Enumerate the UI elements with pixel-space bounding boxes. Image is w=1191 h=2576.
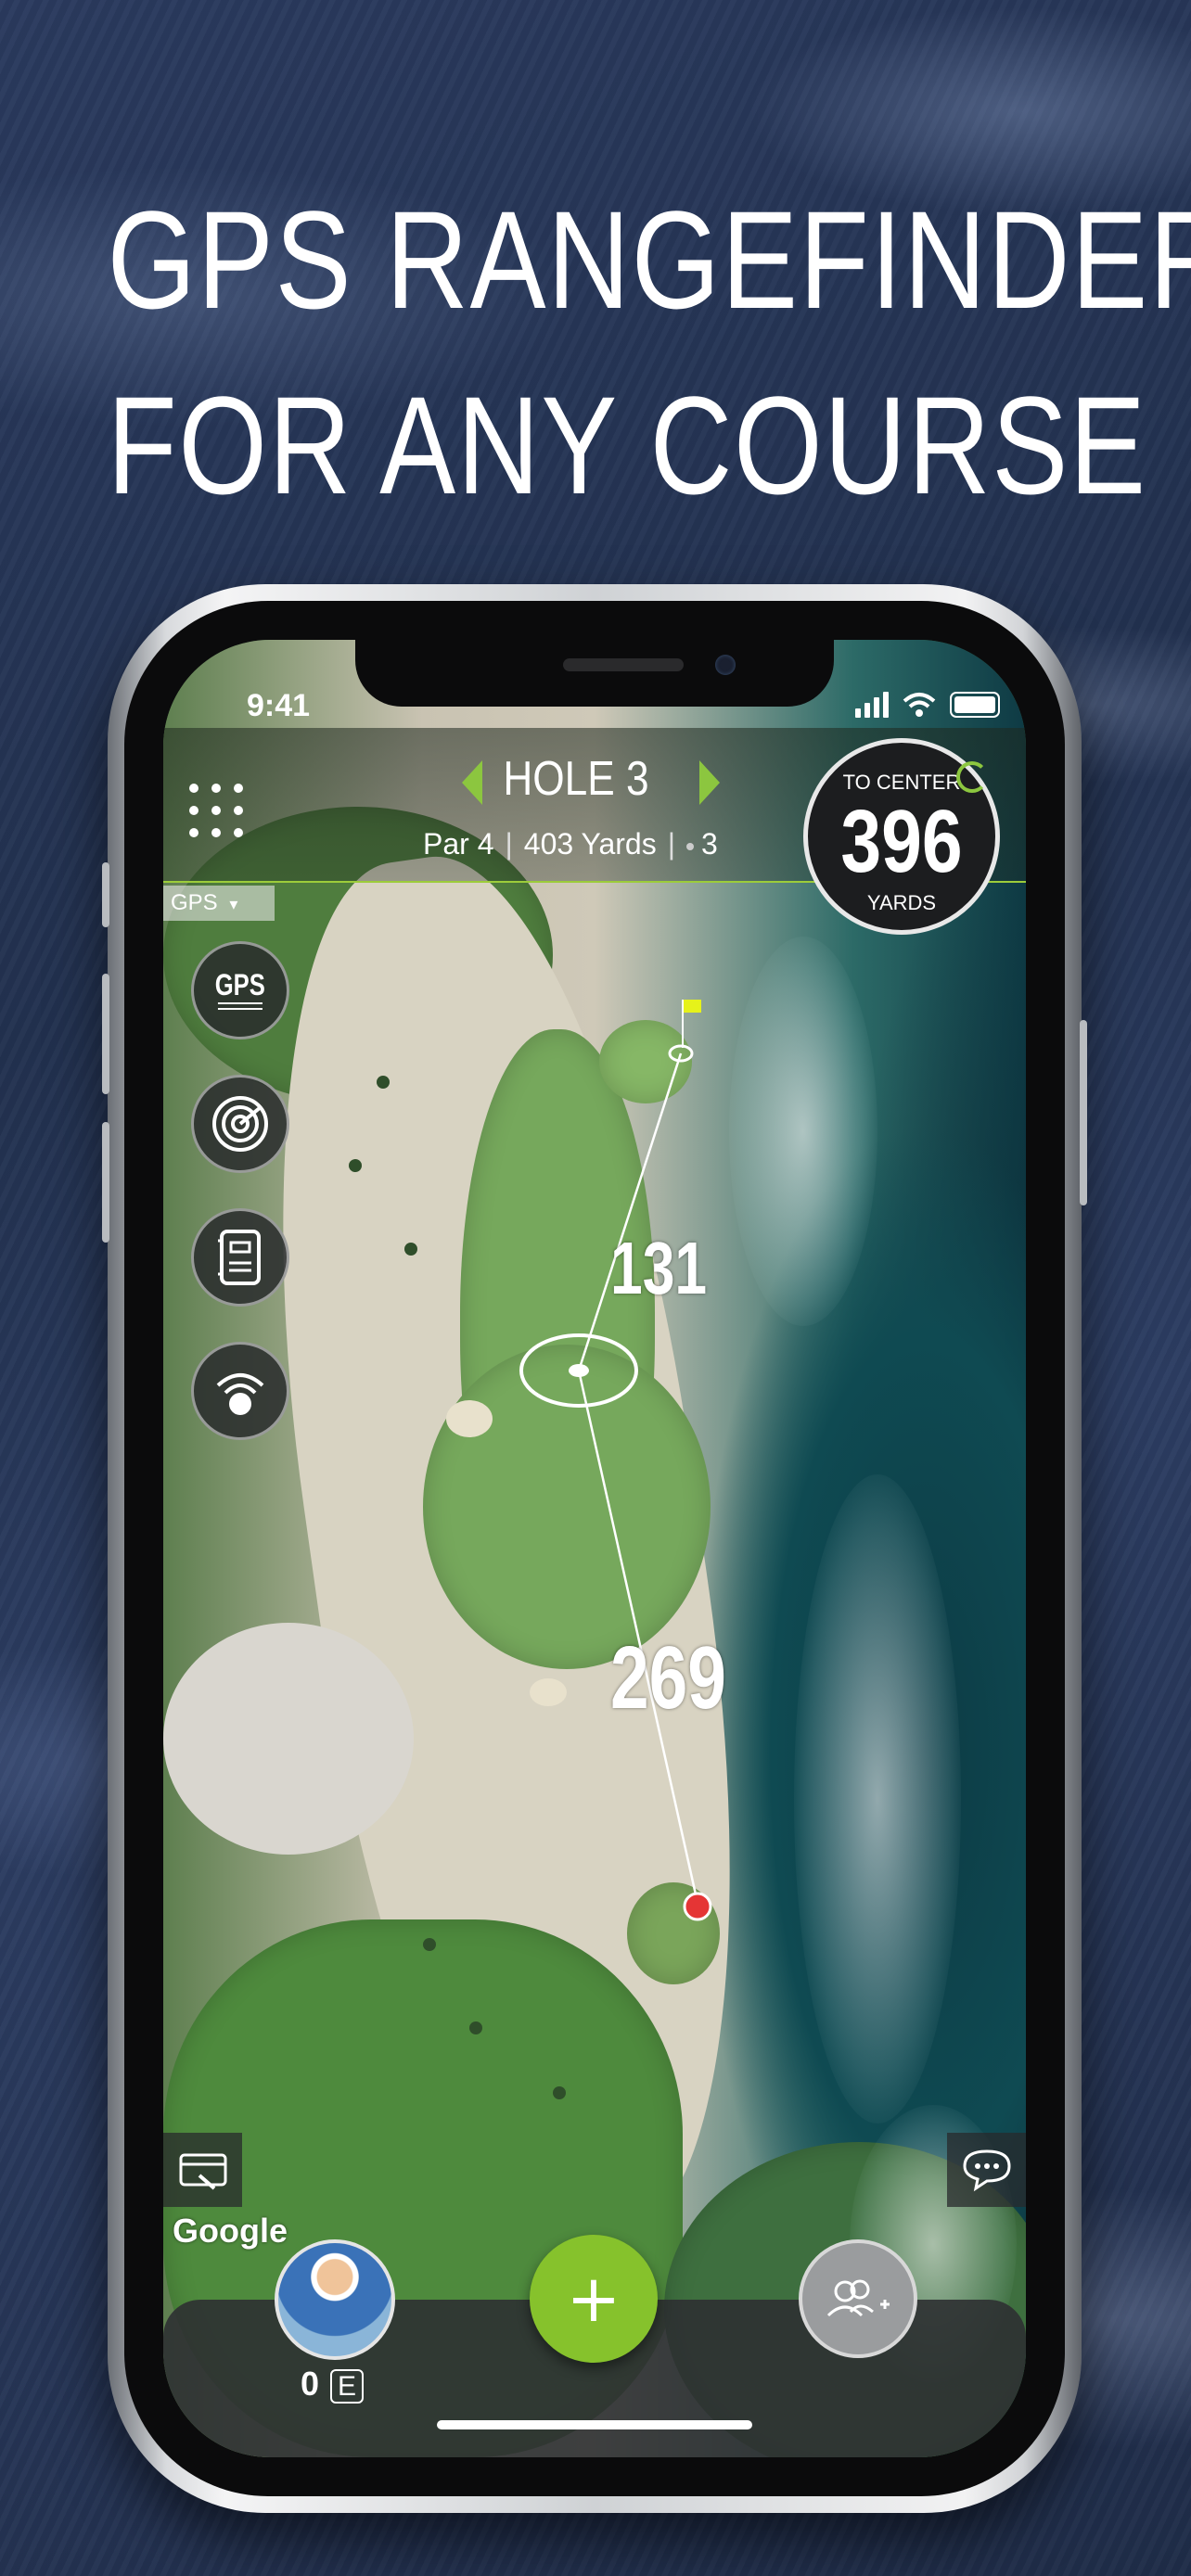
gps-button[interactable]: GPS <box>191 941 289 1039</box>
wifi-icon <box>903 693 936 717</box>
yardage-book-button[interactable] <box>191 1208 289 1307</box>
mute-switch <box>102 862 109 927</box>
speaker <box>563 658 684 671</box>
scorecard-button[interactable] <box>163 2133 242 2207</box>
gps-button-label: GPS <box>214 968 266 1001</box>
menu-grid-icon[interactable] <box>189 784 245 839</box>
phone-frame: 131 269 HOLE 3 Par 4 | 403 Yards | 3 TO … <box>102 584 1087 2513</box>
radar-button[interactable] <box>191 1075 289 1173</box>
cellular-signal-icon <box>855 692 889 718</box>
radar-target-icon <box>212 1096 268 1152</box>
handicap-dot-icon <box>686 842 695 850</box>
refresh-icon[interactable] <box>956 761 988 793</box>
map-mode-value: GPS <box>171 890 218 915</box>
volume-up-button <box>102 974 109 1094</box>
hole-title: HOLE 3 <box>503 752 649 806</box>
hole-handicap: 3 <box>686 827 718 861</box>
app-screen: 131 269 HOLE 3 Par 4 | 403 Yards | 3 TO … <box>163 640 1026 2457</box>
hole-par: Par 4 <box>423 827 494 861</box>
gps-icon: GPS <box>214 968 266 1010</box>
scorecard-icon <box>179 2153 226 2190</box>
add-player-icon <box>826 2279 890 2317</box>
score-value: 0 <box>301 2365 320 2403</box>
player-position-marker <box>683 1892 712 1921</box>
separator: | <box>505 827 513 861</box>
connected-ball-button[interactable] <box>191 1342 289 1440</box>
chevron-down-icon: ▾ <box>229 895 238 913</box>
plus-icon: + <box>566 2261 621 2337</box>
distance-value: 396 <box>840 792 963 891</box>
player-avatar[interactable] <box>275 2239 395 2360</box>
flag-icon <box>683 1000 701 1013</box>
headline-line-1: GPS RANGEFINDER <box>107 182 1191 338</box>
chat-bubble-icon <box>962 2149 1011 2192</box>
hole-handicap-value: 3 <box>701 827 718 861</box>
battery-icon <box>950 692 1000 718</box>
map-mode-dropdown[interactable]: GPS ▾ <box>163 886 275 921</box>
status-time: 9:41 <box>247 688 311 723</box>
add-player-button[interactable] <box>799 2239 917 2358</box>
pin-line <box>577 1052 683 1371</box>
front-camera <box>715 655 736 675</box>
target-center <box>569 1364 589 1377</box>
power-button <box>1080 1020 1087 1205</box>
yardage-to-pin: 131 <box>610 1227 708 1309</box>
hole-yards: 403 Yards <box>523 827 657 861</box>
next-hole-arrow-icon[interactable] <box>699 760 720 805</box>
headline: GPS RANGEFINDER FOR ANY COURSE <box>107 167 1191 538</box>
distance-unit: YARDS <box>866 891 937 914</box>
status-icons <box>855 692 1000 718</box>
map-attribution: Google <box>173 2212 288 2250</box>
headline-line-2: FOR ANY COURSE <box>107 367 1147 523</box>
distance-to-center-badge[interactable]: TO CENTER 396 YARDS <box>803 738 1000 935</box>
yardage-from-tee: 269 <box>610 1628 726 1728</box>
notch <box>355 640 834 707</box>
hole-details: Par 4 | 403 Yards | 3 <box>423 827 718 861</box>
separator: | <box>667 827 676 861</box>
app-store-screenshot: GPS RANGEFINDER FOR ANY COURSE 131 269 H… <box>0 0 1191 2576</box>
home-indicator[interactable] <box>437 2420 752 2429</box>
wifi-golf-ball-icon <box>216 1373 264 1415</box>
player-score: 0E <box>301 2365 365 2404</box>
score-to-par: E <box>330 2369 365 2404</box>
map-tool-buttons: GPS <box>191 941 289 1475</box>
add-shot-button[interactable]: + <box>530 2235 658 2363</box>
volume-down-button <box>102 1122 109 1243</box>
chat-button[interactable] <box>947 2133 1026 2207</box>
yardage-book-icon <box>218 1230 261 1285</box>
